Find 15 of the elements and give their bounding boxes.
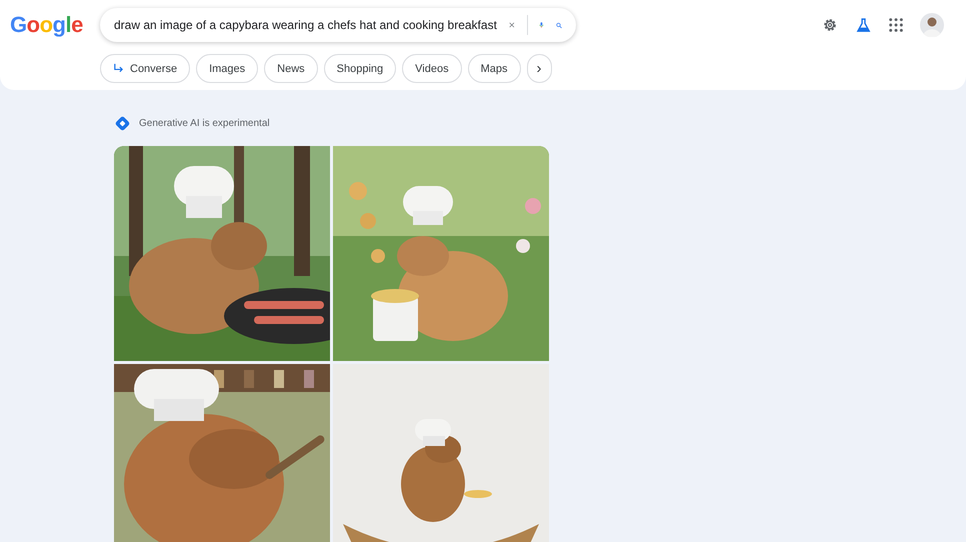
filter-chip[interactable]: News: [264, 54, 318, 83]
filter-chip[interactable]: Maps: [468, 54, 521, 83]
search-field[interactable]: draw an image of a capybara wearing a chefs hat and cooking breakfast: [100, 8, 576, 42]
settings-icon[interactable]: [821, 16, 839, 34]
arrow-icon: [113, 63, 124, 74]
flask-icon[interactable]: [855, 16, 872, 34]
avatar-icon[interactable]: [920, 13, 944, 37]
apps-grid-icon[interactable]: [888, 17, 904, 33]
filter-chip[interactable]: Videos: [402, 54, 462, 83]
filter-chip[interactable]: Images: [196, 54, 258, 83]
experimental-notice: Generative AI is experimental: [139, 118, 270, 128]
filter-chip[interactable]: Shopping: [324, 54, 396, 83]
google-logo[interactable]: Google: [10, 12, 100, 38]
converse-chip[interactable]: Converse: [100, 54, 190, 83]
scroll-right-button[interactable]: ›: [526, 54, 552, 83]
